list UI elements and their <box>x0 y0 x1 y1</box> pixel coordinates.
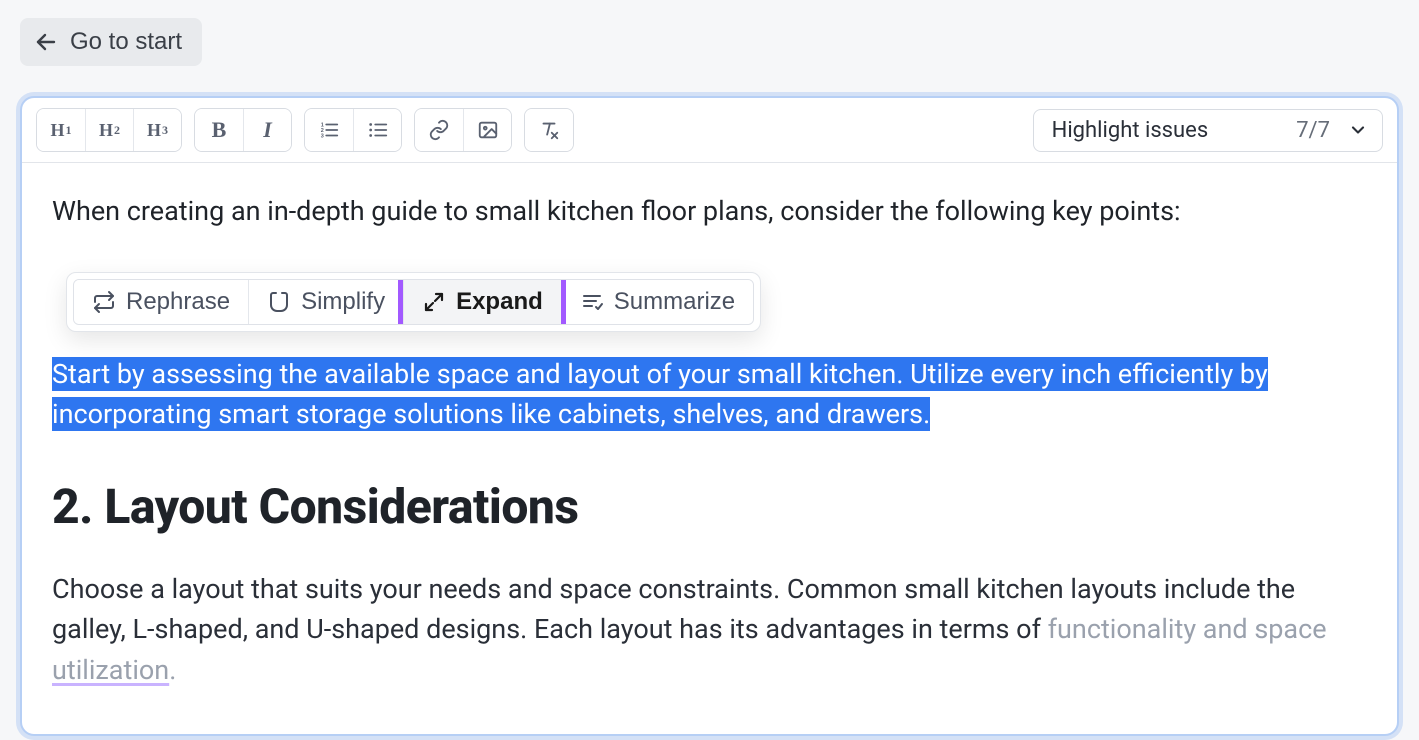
summarize-icon <box>580 290 604 314</box>
rephrase-label: Rephrase <box>126 288 230 316</box>
highlight-issues-label: Highlight issues <box>1052 118 1209 143</box>
intro-paragraph: When creating an in-depth guide to small… <box>52 191 1367 232</box>
heading-group: H1 H2 H3 <box>36 108 182 152</box>
image-button[interactable] <box>463 109 511 151</box>
go-to-start-button[interactable]: Go to start <box>20 18 202 66</box>
expand-button[interactable]: Expand <box>403 280 561 324</box>
highlight-issues-count: 7/7 <box>1296 118 1330 143</box>
unordered-list-button[interactable] <box>353 109 401 151</box>
image-icon <box>477 119 499 141</box>
h2-button[interactable]: H2 <box>85 109 133 151</box>
rephrase-icon <box>92 290 116 314</box>
link-button[interactable] <box>415 109 463 151</box>
clear-formatting-button[interactable] <box>525 109 573 151</box>
selected-paragraph: Start by assessing the available space a… <box>52 354 1367 435</box>
summarize-button[interactable]: Summarize <box>561 280 753 324</box>
ai-floating-toolbar: Rephrase Simplify Expand Summarize <box>66 272 761 332</box>
section-heading: 2. Layout Considerations <box>52 471 1367 543</box>
clear-formatting-icon <box>538 119 560 141</box>
link-icon <box>428 119 450 141</box>
clear-group <box>524 108 574 152</box>
summarize-label: Summarize <box>614 288 735 316</box>
list-group: 123 <box>304 108 402 152</box>
arrow-left-icon <box>34 30 58 54</box>
rephrase-button[interactable]: Rephrase <box>74 280 248 324</box>
simplify-label: Simplify <box>301 288 385 316</box>
editor-card: H1 H2 H3 B I 123 <box>20 96 1399 736</box>
go-to-start-label: Go to start <box>70 28 182 56</box>
h1-button[interactable]: H1 <box>37 109 85 151</box>
selected-text: Start by assessing the available space a… <box>52 357 1268 432</box>
ordered-list-icon: 123 <box>318 119 340 141</box>
simplify-icon <box>267 290 291 314</box>
body-paragraph: Choose a layout that suits your needs an… <box>52 569 1367 691</box>
editor-body[interactable]: When creating an in-depth guide to small… <box>22 163 1397 690</box>
unordered-list-icon <box>367 119 389 141</box>
svg-text:3: 3 <box>321 133 324 139</box>
insert-group <box>414 108 512 152</box>
expand-label: Expand <box>456 288 543 316</box>
h3-button[interactable]: H3 <box>133 109 181 151</box>
bold-button[interactable]: B <box>195 109 243 151</box>
ordered-list-button[interactable]: 123 <box>305 109 353 151</box>
issue-underline[interactable]: utilization <box>52 654 169 686</box>
editor-toolbar: H1 H2 H3 B I 123 <box>22 98 1397 163</box>
highlight-issues-dropdown[interactable]: Highlight issues 7/7 <box>1033 109 1383 152</box>
italic-button[interactable]: I <box>243 109 291 151</box>
simplify-button[interactable]: Simplify <box>248 280 403 324</box>
expand-icon <box>422 290 446 314</box>
textstyle-group: B I <box>194 108 292 152</box>
chevron-down-icon <box>1348 120 1368 140</box>
